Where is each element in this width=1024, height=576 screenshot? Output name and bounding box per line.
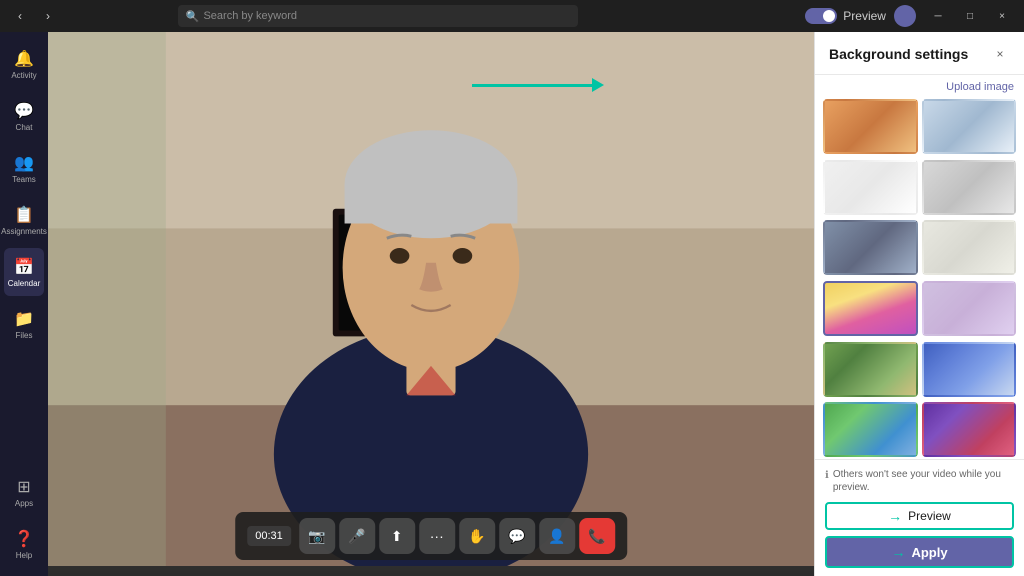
background-settings-panel: Background settings × Upload image ℹ Oth…	[814, 32, 1024, 576]
toggle-knob	[823, 10, 835, 22]
apply-arrow-icon: →	[891, 544, 905, 560]
video-icon: 📷	[308, 528, 325, 545]
assignments-icon: 📋	[14, 205, 34, 225]
bg-thumb-8[interactable]	[922, 281, 1017, 336]
more-button[interactable]: ···	[419, 518, 455, 554]
main-area: 🔔 Activity 💬 Chat 👥 Teams 📋 Assignments …	[0, 32, 1024, 576]
panel-footer: ℹ Others won't see your video while you …	[815, 459, 1024, 576]
more-icon: ···	[430, 528, 444, 544]
help-icon: ❓	[14, 529, 34, 549]
minimize-button[interactable]: ─	[924, 6, 952, 26]
sidebar-label-assignments: Assignments	[1, 227, 47, 236]
preview-btn-label: Preview	[908, 509, 951, 523]
chat-button[interactable]: 💬	[499, 518, 535, 554]
bg-thumb-5[interactable]	[823, 220, 918, 275]
mic-icon: 🎤	[348, 528, 365, 545]
bg-thumb-6[interactable]	[922, 220, 1017, 275]
search-icon: 🔍	[186, 10, 200, 23]
end-call-button[interactable]: 📞	[579, 518, 615, 554]
teams-icon: 👥	[14, 153, 34, 173]
arrow-head	[592, 78, 604, 92]
sidebar-label-teams: Teams	[12, 175, 36, 184]
upload-image-button[interactable]: Upload image	[946, 81, 1014, 93]
sidebar-item-help[interactable]: ❓ Help	[4, 520, 44, 568]
close-window-button[interactable]: ×	[988, 6, 1016, 26]
bg-thumb-1[interactable]	[823, 99, 918, 154]
background-grid	[815, 99, 1024, 459]
sidebar-item-activity[interactable]: 🔔 Activity	[4, 40, 44, 88]
sidebar-label-help: Help	[16, 551, 32, 560]
search-bar[interactable]: 🔍 Search by keyword	[178, 5, 578, 27]
panel-header: Background settings ×	[815, 32, 1024, 75]
video-button[interactable]: 📷	[299, 518, 335, 554]
apply-btn-label: Apply	[911, 545, 947, 560]
bg-thumb-12[interactable]	[922, 402, 1017, 457]
calendar-icon: 📅	[14, 257, 34, 277]
maximize-button[interactable]: □	[956, 6, 984, 26]
sidebar-item-apps[interactable]: ⊞ Apps	[4, 468, 44, 516]
preview-button[interactable]: → Preview	[825, 502, 1014, 530]
raise-hand-button[interactable]: ✋	[459, 518, 495, 554]
upload-row: Upload image	[815, 75, 1024, 99]
activity-icon: 🔔	[14, 49, 34, 69]
bg-thumb-11[interactable]	[823, 402, 918, 457]
sidebar-item-calendar[interactable]: 📅 Calendar	[4, 248, 44, 296]
sidebar-label-chat: Chat	[16, 123, 33, 132]
call-timer: 00:31	[247, 526, 291, 546]
panel-close-button[interactable]: ×	[990, 44, 1010, 64]
info-icon: ℹ	[825, 469, 829, 482]
files-icon: 📁	[14, 309, 34, 329]
nav-controls: ‹ ›	[8, 4, 60, 28]
arrow-line	[472, 84, 592, 87]
bg-thumb-7[interactable]	[823, 281, 918, 336]
share-icon: ⬆	[391, 528, 403, 545]
bg-thumb-3[interactable]	[823, 160, 918, 215]
chat-ctrl-icon: 💬	[508, 528, 525, 545]
preview-arrow-icon: →	[888, 508, 902, 524]
toggle-switch[interactable]	[805, 8, 837, 24]
video-canvas	[48, 32, 814, 566]
sidebar-item-teams[interactable]: 👥 Teams	[4, 144, 44, 192]
video-area: 00:31 📷 🎤 ⬆ ··· ✋ 💬 👤 📞	[48, 32, 814, 576]
search-placeholder: Search by keyword	[203, 10, 297, 22]
preview-toggle[interactable]: Preview	[805, 8, 886, 24]
preview-note: ℹ Others won't see your video while you …	[825, 468, 1014, 494]
mic-button[interactable]: 🎤	[339, 518, 375, 554]
bg-thumb-10[interactable]	[922, 342, 1017, 397]
apply-button[interactable]: → Apply	[825, 536, 1014, 568]
forward-button[interactable]: ›	[36, 4, 60, 28]
titlebar-right: Preview ─ □ ×	[805, 5, 1016, 27]
sidebar: 🔔 Activity 💬 Chat 👥 Teams 📋 Assignments …	[0, 32, 48, 576]
bg-thumb-2[interactable]	[922, 99, 1017, 154]
user-avatar[interactable]	[894, 5, 916, 27]
share-button[interactable]: ⬆	[379, 518, 415, 554]
arrow-annotation	[472, 78, 604, 92]
chat-icon: 💬	[14, 101, 34, 121]
titlebar: ‹ › 🔍 Search by keyword Preview ─ □ ×	[0, 0, 1024, 32]
preview-label: Preview	[843, 9, 886, 23]
end-call-icon: 📞	[588, 528, 605, 545]
panel-title: Background settings	[829, 46, 968, 62]
sidebar-item-chat[interactable]: 💬 Chat	[4, 92, 44, 140]
back-button[interactable]: ‹	[8, 4, 32, 28]
sidebar-label-calendar: Calendar	[8, 279, 40, 288]
raise-hand-icon: ✋	[468, 528, 485, 545]
preview-note-text: Others won't see your video while you pr…	[833, 468, 1014, 494]
sidebar-label-files: Files	[16, 331, 33, 340]
sidebar-label-activity: Activity	[11, 71, 36, 80]
people-button[interactable]: 👤	[539, 518, 575, 554]
sidebar-label-apps: Apps	[15, 499, 33, 508]
call-controls: 00:31 📷 🎤 ⬆ ··· ✋ 💬 👤 📞	[235, 512, 627, 560]
window-controls: ─ □ ×	[924, 6, 1016, 26]
apps-icon: ⊞	[17, 477, 30, 497]
sidebar-item-files[interactable]: 📁 Files	[4, 300, 44, 348]
bg-thumb-9[interactable]	[823, 342, 918, 397]
sidebar-item-assignments[interactable]: 📋 Assignments	[4, 196, 44, 244]
bg-thumb-4[interactable]	[922, 160, 1017, 215]
people-icon: 👤	[548, 528, 565, 545]
